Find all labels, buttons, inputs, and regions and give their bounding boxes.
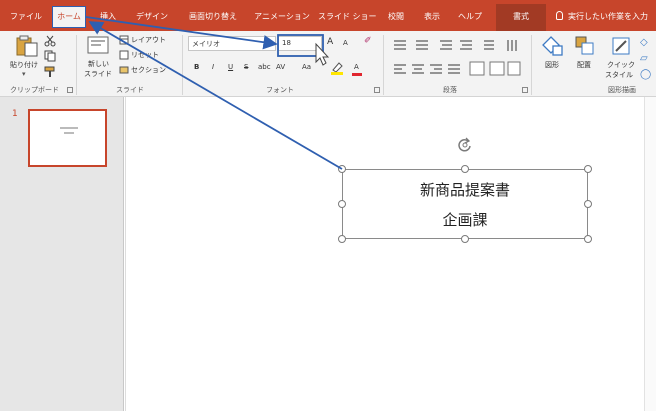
tab-insert[interactable]: 挿入 — [96, 7, 120, 27]
tab-review[interactable]: 校閲 — [382, 7, 410, 27]
shape-fill-icon[interactable]: ◇ — [640, 37, 648, 48]
selected-textbox[interactable]: 新商品提案書 企画課 — [342, 169, 588, 239]
resize-handle-right[interactable] — [584, 200, 592, 208]
copy-icon[interactable] — [44, 50, 56, 62]
arrange-icon[interactable] — [574, 35, 596, 57]
pane-splitter[interactable] — [123, 97, 124, 411]
clipboard-group-label: クリップボード — [10, 86, 59, 94]
textbox-line-1[interactable]: 新商品提案書 — [343, 179, 587, 200]
quick-styles-label-2[interactable]: スタイル — [605, 70, 633, 80]
thumbnail-text-line — [60, 127, 78, 129]
resize-handle-bottom-left[interactable] — [338, 235, 346, 243]
tell-me-text: 実行したい作業を入力 — [568, 12, 648, 21]
ribbon: 貼り付け ▾ クリップボード 新しい スライド レイアウト リセット セクション… — [0, 31, 656, 97]
slide-canvas[interactable] — [125, 97, 656, 411]
resize-handle-bottom[interactable] — [461, 235, 469, 243]
lightbulb-icon — [556, 11, 563, 20]
layout-icon — [119, 35, 129, 45]
layout-button[interactable]: レイアウト — [131, 35, 166, 45]
paragraph-controls[interactable] — [390, 37, 524, 79]
textbox-line-2[interactable]: 企画課 — [343, 209, 587, 230]
reset-button[interactable]: リセット — [131, 50, 159, 60]
slide-thumbnail[interactable] — [28, 109, 107, 167]
arrange-label[interactable]: 配置 — [577, 60, 591, 70]
resize-handle-top[interactable] — [461, 165, 469, 173]
ribbon-tab-bar: ファイル ホーム 挿入 デザイン 画面切り替え アニメーション スライド ショー… — [0, 0, 656, 31]
font-launcher-icon[interactable] — [374, 87, 380, 93]
tell-me-box[interactable]: 実行したい作業を入力 — [556, 6, 648, 28]
paragraph-launcher-icon[interactable] — [522, 87, 528, 93]
font-color-swatch — [352, 73, 362, 76]
bold-button[interactable]: B — [194, 63, 199, 71]
highlight-icon[interactable] — [330, 61, 344, 75]
tab-animations[interactable]: アニメーション — [250, 7, 314, 27]
slide-number: 1 — [12, 109, 18, 119]
clipboard-launcher-icon[interactable] — [67, 87, 73, 93]
shapes-icon[interactable] — [541, 35, 565, 57]
quick-styles-icon[interactable] — [610, 35, 632, 57]
tab-view[interactable]: 表示 — [418, 7, 446, 27]
tab-design[interactable]: デザイン — [132, 7, 172, 27]
clear-format-icon[interactable]: ✐ — [364, 36, 372, 46]
tab-file[interactable]: ファイル — [6, 7, 46, 27]
tab-home[interactable]: ホーム — [52, 6, 86, 28]
slides-group-label: スライド — [116, 86, 144, 94]
tab-transitions[interactable]: 画面切り替え — [180, 7, 246, 27]
tab-slideshow[interactable]: スライド ショー — [318, 7, 377, 27]
rotate-handle-icon[interactable] — [456, 136, 474, 154]
separator — [383, 35, 384, 95]
separator — [182, 35, 183, 95]
section-icon — [119, 66, 129, 74]
paste-icon[interactable] — [14, 35, 40, 57]
separator — [531, 35, 532, 95]
char-spacing-button[interactable]: AV — [276, 63, 285, 71]
cut-icon[interactable] — [44, 35, 56, 47]
font-size-select[interactable]: 18 — [278, 36, 322, 51]
reset-icon — [119, 50, 129, 60]
font-group-label: フォント — [266, 86, 294, 94]
grow-font-button[interactable]: A — [327, 37, 333, 47]
section-button[interactable]: セクション — [131, 65, 166, 75]
shape-outline-icon[interactable]: ▱ — [640, 53, 648, 64]
shrink-font-button[interactable]: A — [343, 39, 348, 47]
drawing-group-label: 図形描画 — [608, 86, 636, 94]
new-slide-label-1[interactable]: 新しい — [88, 59, 109, 69]
tab-help[interactable]: ヘルプ — [452, 7, 488, 27]
shadow-button[interactable]: abc — [258, 63, 271, 71]
underline-button[interactable]: U — [228, 63, 233, 71]
vertical-scrollbar[interactable] — [644, 97, 656, 411]
italic-button[interactable]: I — [212, 63, 214, 71]
paste-dropdown-icon[interactable]: ▾ — [22, 70, 26, 78]
separator — [76, 35, 77, 95]
resize-handle-left[interactable] — [338, 200, 346, 208]
font-color-button[interactable]: A — [354, 63, 359, 71]
format-painter-icon[interactable] — [44, 66, 56, 78]
resize-handle-top-left[interactable] — [338, 165, 346, 173]
shape-effects-icon[interactable]: ◯ — [640, 69, 651, 80]
paragraph-group-label: 段落 — [443, 86, 457, 94]
strikethrough-button[interactable]: S — [244, 63, 248, 71]
font-name-select[interactable]: メイリオ — [188, 36, 276, 51]
paste-label[interactable]: 貼り付け — [10, 60, 38, 70]
new-slide-icon[interactable] — [86, 34, 110, 56]
font-name-value: メイリオ — [192, 40, 220, 48]
tab-format[interactable]: 書式 — [496, 4, 546, 31]
resize-handle-bottom-right[interactable] — [584, 235, 592, 243]
font-size-value: 18 — [282, 39, 291, 47]
slide-thumbnail-pane: 1 — [0, 97, 124, 411]
shapes-label[interactable]: 図形 — [545, 60, 559, 70]
thumbnail-text-line — [64, 132, 74, 134]
resize-handle-top-right[interactable] — [584, 165, 592, 173]
change-case-button[interactable]: Aa — [302, 63, 311, 71]
new-slide-label-2[interactable]: スライド — [84, 69, 112, 79]
quick-styles-label-1[interactable]: クイック — [607, 60, 635, 70]
